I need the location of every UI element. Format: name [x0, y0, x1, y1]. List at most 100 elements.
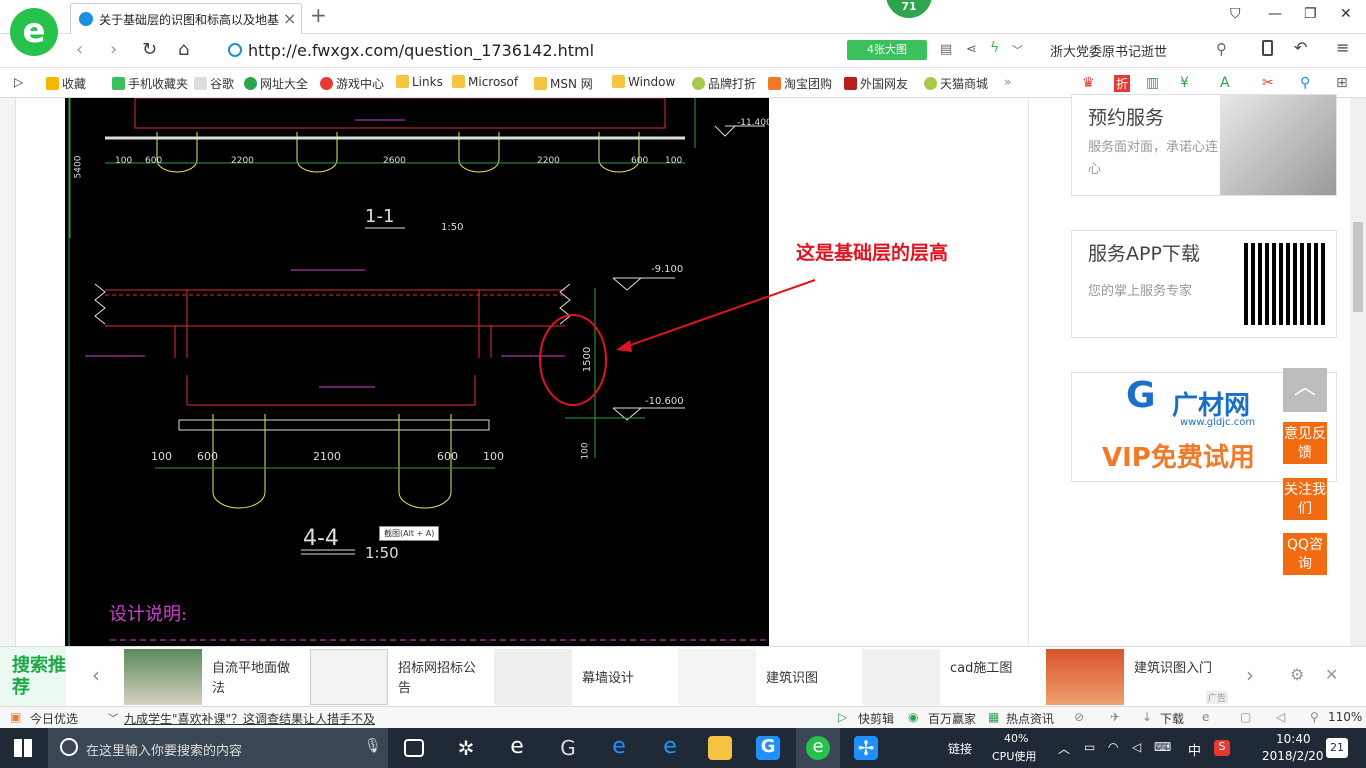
book-icon[interactable]: ▥ — [1146, 75, 1159, 91]
bookmark-links[interactable]: Links — [396, 75, 443, 89]
tray-up-icon[interactable]: ︿ — [1058, 740, 1070, 757]
scrollbar-thumb[interactable] — [1353, 222, 1363, 312]
speed-icon[interactable]: ⊘ — [1074, 710, 1084, 724]
back-icon[interactable]: ‹ — [76, 39, 83, 60]
ie-browser-icon[interactable]: e — [505, 736, 529, 760]
close-tab-icon[interactable]: × — [283, 9, 296, 28]
bookmark-tmall[interactable]: 天猫商城 — [924, 75, 988, 92]
reader-icon[interactable]: ▤ — [940, 42, 952, 57]
notification-center-icon[interactable]: 21 — [1326, 738, 1348, 758]
window-icon[interactable]: ▢ — [1240, 710, 1251, 724]
bookmark-microsoft[interactable]: Microsof — [452, 75, 518, 89]
sidebar-toggle-icon[interactable]: ▷ — [14, 75, 23, 89]
downloads[interactable]: 下载 — [1160, 710, 1184, 727]
next-arrow-icon[interactable]: › — [1246, 663, 1254, 687]
volume-icon[interactable]: ◁ — [1276, 710, 1285, 724]
phone-icon[interactable] — [1262, 40, 1273, 56]
glodon-app-icon[interactable]: G — [756, 736, 780, 760]
bookmark-foreign[interactable]: 外国网友 — [844, 75, 908, 92]
more-bookmarks-icon[interactable]: » — [1004, 75, 1011, 89]
ie-mode-icon[interactable]: e — [1202, 710, 1209, 724]
bookmark-msn[interactable]: MSN 网 — [534, 75, 593, 92]
qq-consult-button[interactable]: QQ咨询 — [1283, 533, 1327, 575]
share-icon[interactable]: ⋖ — [966, 42, 977, 57]
new-tab-icon[interactable]: + — [310, 3, 327, 27]
restore-icon[interactable]: ❐ — [1304, 6, 1317, 22]
url-field[interactable]: http://e.fwxgx.com/question_1736142.html — [228, 40, 828, 62]
hot-news[interactable]: 热点资讯 — [1006, 710, 1054, 727]
chevron-down-icon[interactable]: ﹀ — [1012, 42, 1023, 58]
active-tab[interactable]: 关于基础层的识图和标高以及地基 × — [70, 3, 302, 34]
scissors-icon[interactable]: ✂ — [1262, 75, 1274, 91]
microphone-icon[interactable]: 🎙 — [364, 738, 382, 754]
cross-app-icon[interactable]: ✢ — [854, 736, 878, 760]
vertical-scrollbar[interactable] — [1350, 98, 1366, 646]
recommend-item[interactable]: 幕墙设计 — [494, 649, 668, 705]
taskbar-search-box[interactable]: 在这里输入你要搜索的内容 🎙 — [48, 728, 388, 768]
bookmark-brand-sale[interactable]: 品牌打折 — [692, 75, 756, 92]
keyboard-icon[interactable]: ⌨ — [1154, 740, 1171, 754]
home-icon[interactable]: ⌂ — [178, 39, 189, 60]
close-recommend-icon[interactable]: ✕ — [1325, 665, 1338, 684]
feedback-button[interactable]: 意见反馈 — [1283, 422, 1327, 464]
360-browser-icon[interactable]: e — [806, 736, 830, 760]
settings-gear-icon[interactable]: ⚙ — [1290, 665, 1304, 684]
lightning-icon[interactable]: ϟ — [990, 40, 999, 56]
edge-icon[interactable]: e — [607, 736, 631, 760]
grid-icon[interactable]: ⊞ — [1336, 75, 1348, 91]
close-window-icon[interactable]: ✕ — [1340, 6, 1352, 22]
ime-indicator[interactable]: 中 — [1188, 740, 1201, 759]
link-label[interactable]: 链接 — [948, 740, 972, 757]
browser-logo-icon[interactable]: e — [10, 8, 58, 56]
clock-time[interactable]: 10:40 — [1276, 732, 1311, 746]
bookmark-games[interactable]: 游戏中心 — [320, 75, 384, 92]
prev-arrow-icon[interactable]: ‹ — [92, 663, 100, 687]
recommend-item[interactable]: 自流平地面做法 — [124, 649, 298, 705]
magnifier-icon[interactable]: ⚲ — [1300, 75, 1310, 91]
discount-icon[interactable]: 折 — [1114, 75, 1131, 92]
quick-edit[interactable]: 快剪辑 — [858, 710, 894, 727]
fan-app-icon[interactable]: ✲ — [454, 736, 478, 760]
recommend-item[interactable]: 招标网招标公告 — [310, 649, 484, 705]
dropdown-icon[interactable]: ﹀ — [108, 710, 118, 725]
search-icon[interactable]: ⚲ — [1216, 40, 1227, 58]
forward-icon[interactable]: › — [110, 39, 117, 60]
battery-icon[interactable]: ▭ — [1084, 740, 1095, 754]
wifi-icon[interactable]: ◠ — [1108, 740, 1118, 754]
recommend-item[interactable]: 建筑识图 — [678, 649, 852, 705]
bookmark-windows[interactable]: Window — [612, 75, 675, 89]
minimize-icon[interactable]: — — [1268, 6, 1282, 22]
menu-icon[interactable]: ≡ — [1336, 38, 1349, 57]
bookmark-mobile[interactable]: 手机收藏夹 — [112, 75, 188, 92]
follow-us-button[interactable]: 关注我们 — [1283, 478, 1327, 520]
million-winner[interactable]: 百万赢家 — [928, 710, 976, 727]
translate-icon[interactable]: A — [1220, 75, 1230, 91]
task-view-icon[interactable] — [404, 739, 424, 757]
zoom-level[interactable]: 110% — [1328, 710, 1362, 724]
yuan-shield-icon[interactable]: ¥ — [1180, 75, 1189, 91]
news-headline[interactable]: 九成学生"喜欢补课"？这调查结果让人措手不及 — [124, 710, 375, 727]
refresh-icon[interactable]: ↻ — [142, 39, 157, 60]
today-picks[interactable]: 今日优选 — [30, 710, 78, 727]
bookmark-favorites[interactable]: 收藏 — [46, 75, 86, 92]
big-image-button[interactable]: 4张大图 — [847, 40, 927, 60]
back-to-top-button[interactable]: ︿ — [1283, 368, 1327, 412]
booking-service-card[interactable]: 预约服务 服务面对面，承诺心连心 — [1071, 94, 1337, 196]
recommend-item[interactable]: 建筑识图入门 — [1046, 649, 1220, 705]
swirl-app-icon[interactable]: G — [556, 736, 580, 760]
pin-icon[interactable]: ✈ — [1110, 710, 1120, 724]
bookmark-google[interactable]: 谷歌 — [194, 75, 234, 92]
file-explorer-icon[interactable] — [708, 736, 732, 760]
clock-date[interactable]: 2018/2/20 — [1262, 749, 1324, 763]
windows-start-icon[interactable] — [14, 739, 32, 757]
trophy-icon[interactable]: ♛ — [1082, 75, 1095, 91]
undo-icon[interactable]: ↶ — [1294, 38, 1307, 57]
shirt-skin-icon[interactable]: ⛉ — [1230, 6, 1241, 22]
internet-explorer-icon[interactable]: e — [658, 736, 682, 760]
news-ticker[interactable]: 浙大党委原书记逝世 — [1050, 41, 1167, 60]
app-download-card[interactable]: 服务APP下载 您的掌上服务专家 — [1071, 230, 1337, 338]
recommend-item[interactable]: cad施工图 — [862, 649, 1036, 705]
bookmark-taobao[interactable]: 淘宝团购 — [768, 75, 832, 92]
speaker-icon[interactable]: ◁ — [1132, 740, 1141, 754]
bookmark-directory[interactable]: 网址大全 — [244, 75, 308, 92]
